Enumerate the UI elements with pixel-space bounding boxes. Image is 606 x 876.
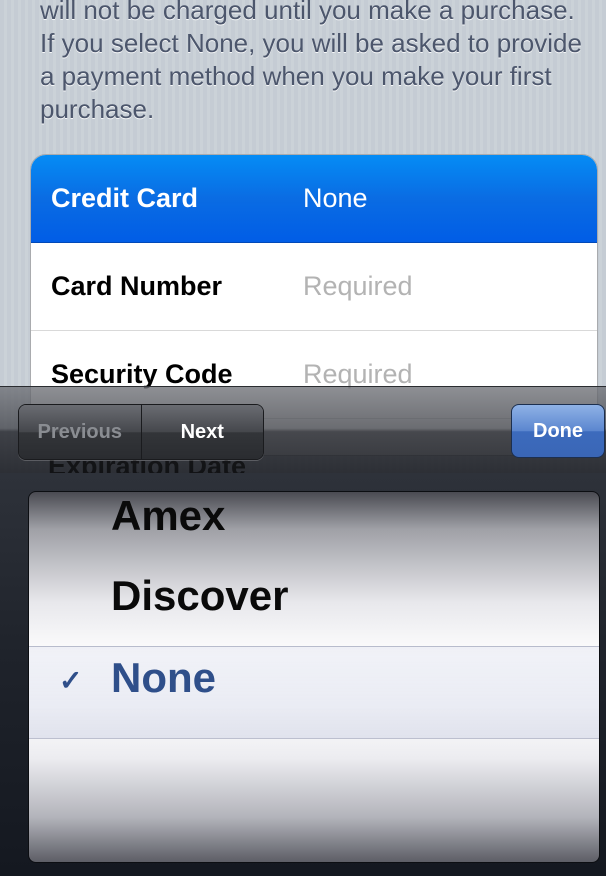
prev-next-segmented-control: Previous Next xyxy=(18,404,264,460)
done-button[interactable]: Done xyxy=(511,404,605,458)
next-button[interactable]: Next xyxy=(141,405,263,459)
card-number-field[interactable]: Required xyxy=(303,271,413,302)
previous-button[interactable]: Previous xyxy=(19,405,142,459)
picker-option-none[interactable]: None xyxy=(111,654,216,702)
card-number-label: Card Number xyxy=(51,271,223,301)
picker-wheel[interactable]: Amex Discover ✓ None xyxy=(28,491,600,863)
credit-card-value: None xyxy=(303,183,368,213)
keyboard-toolbar: Expiration Date Previous Next Done xyxy=(0,386,606,473)
payment-info-text: will not be charged until you make a pur… xyxy=(40,0,582,124)
credit-card-row[interactable]: Credit Card None xyxy=(31,155,597,243)
picker-option-amex[interactable]: Amex xyxy=(111,492,225,540)
picker-option-discover[interactable]: Discover xyxy=(111,572,288,620)
credit-card-label: Credit Card xyxy=(51,183,199,213)
checkmark-icon: ✓ xyxy=(59,665,83,696)
card-type-picker: Amex Discover ✓ None xyxy=(0,473,606,876)
card-number-row[interactable]: Card Number Required xyxy=(31,243,597,331)
